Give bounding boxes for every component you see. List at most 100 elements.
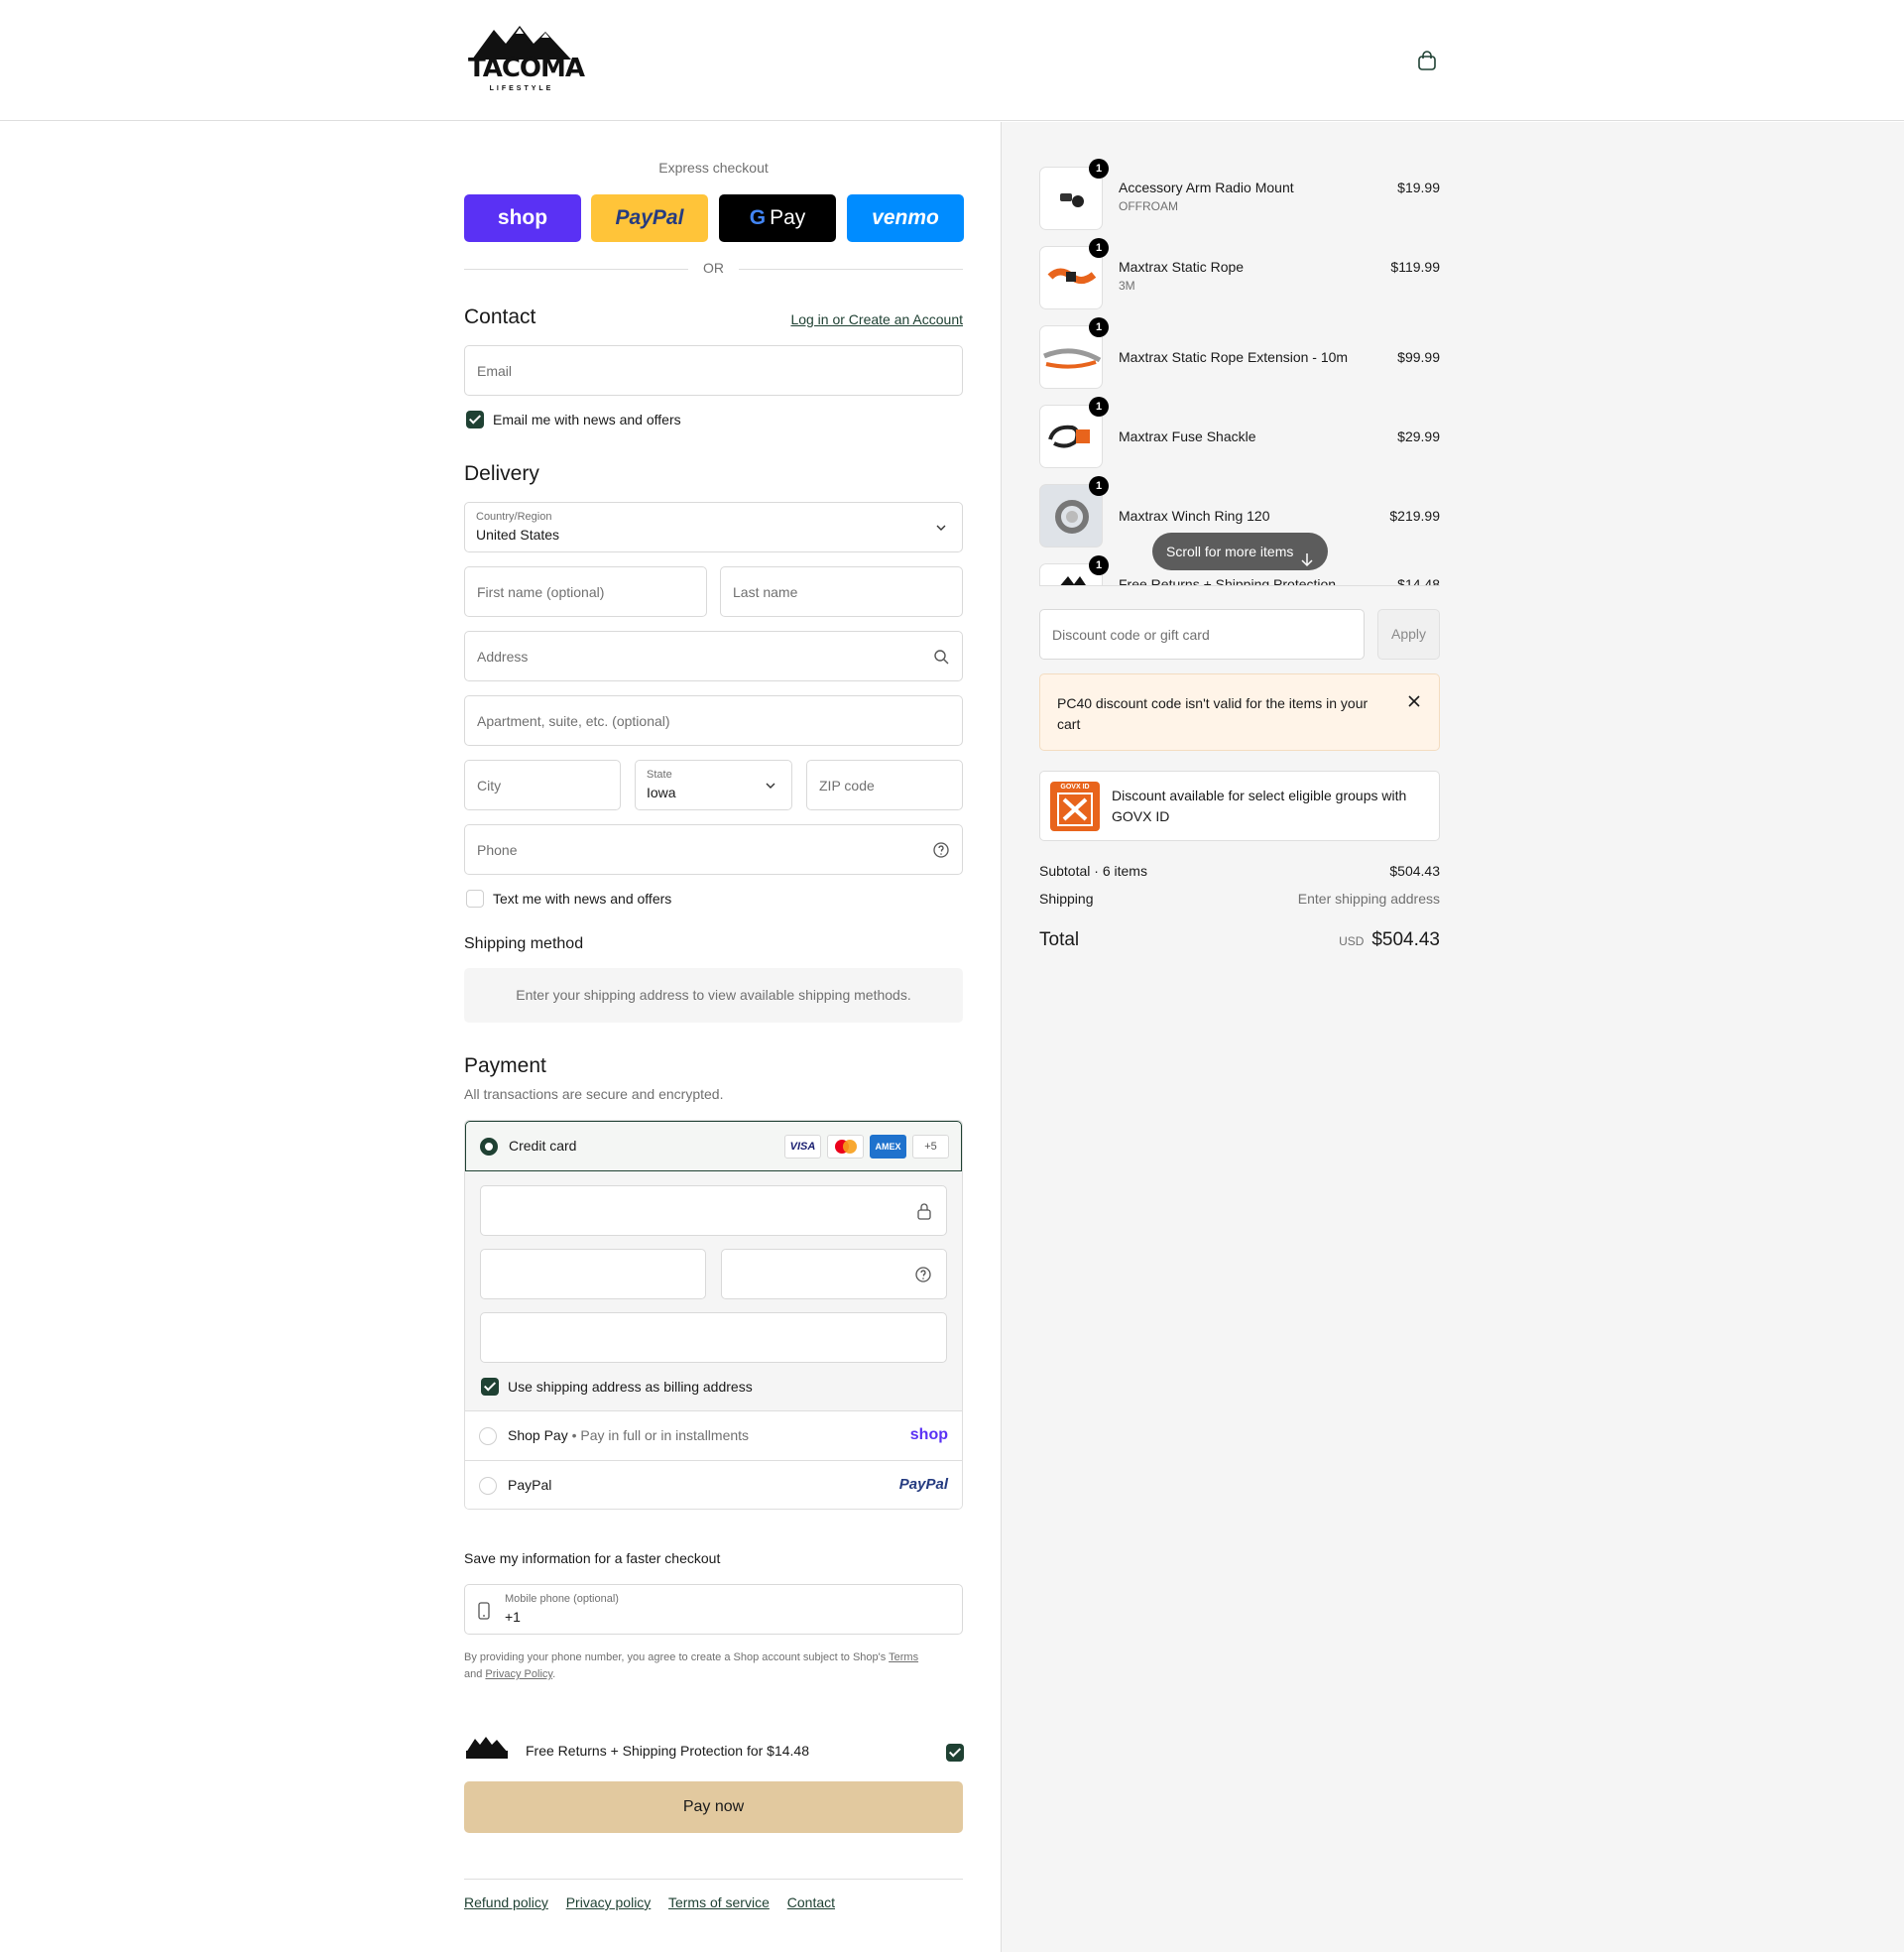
govx-logo: GOVX ID <box>1050 782 1100 831</box>
quantity-badge: 1 <box>1089 159 1109 179</box>
quantity-badge: 1 <box>1089 555 1109 575</box>
discount-warning-text: PC40 discount code isn't valid for the i… <box>1057 695 1368 732</box>
shop-pay-express-button[interactable]: shop <box>464 194 581 242</box>
shipping-protection-label: Free Returns + Shipping Protection for $… <box>526 1743 810 1759</box>
item-name: Maxtrax Fuse Shackle <box>1119 428 1256 444</box>
quantity-badge: 1 <box>1089 476 1109 496</box>
email-field[interactable]: Email <box>464 345 963 396</box>
login-link[interactable]: Log in or Create an Account <box>790 311 963 327</box>
credit-card-form: Use shipping address as billing address <box>465 1171 962 1410</box>
item-price: $29.99 <box>1397 428 1440 444</box>
help-circle-icon[interactable] <box>914 1266 932 1286</box>
shop-pay-sub: Pay in full or in installments <box>580 1427 750 1443</box>
apply-discount-button[interactable]: Apply <box>1377 609 1440 660</box>
state-select[interactable]: State Iowa <box>635 760 792 810</box>
shop-pay-option[interactable]: Shop Pay • Pay in full or in installment… <box>465 1410 962 1460</box>
payment-subtitle: All transactions are secure and encrypte… <box>464 1086 724 1102</box>
address-field[interactable]: Address <box>464 631 963 681</box>
express-checkout-label: Express checkout <box>658 160 769 176</box>
payment-title: Payment <box>464 1054 546 1077</box>
email-news-label: Email me with news and offers <box>493 412 681 427</box>
shop-terms-link[interactable]: Terms <box>889 1651 918 1663</box>
apartment-field[interactable]: Apartment, suite, etc. (optional) <box>464 695 963 746</box>
shop-privacy-link[interactable]: Privacy Policy <box>485 1668 552 1680</box>
venmo-express-button[interactable]: venmo <box>847 194 964 242</box>
amex-logo: AMEX <box>870 1135 906 1159</box>
google-pay-express-button[interactable]: G Pay <box>719 194 836 242</box>
mobile-phone-field[interactable]: Mobile phone (optional) +1 <box>464 1584 963 1635</box>
zip-field[interactable]: ZIP code <box>806 760 963 810</box>
payment-methods: Credit card VISA AMEX +5 Use shipping ad… <box>464 1120 963 1510</box>
shop-pay-logo: shop <box>909 1426 948 1443</box>
paypal-radio[interactable] <box>479 1477 497 1495</box>
cart-item: 1 Maxtrax Static Rope Extension - 10m $9… <box>1039 317 1440 391</box>
govx-text: Discount available for select eligible g… <box>1112 788 1407 824</box>
privacy-policy-link[interactable]: Privacy policy <box>566 1894 652 1910</box>
or-divider: OR <box>464 260 963 278</box>
govx-discount-banner[interactable]: GOVX ID Discount available for select el… <box>1039 771 1440 841</box>
total-currency: USD <box>1339 934 1365 948</box>
logo-text: TACOMA <box>468 54 585 83</box>
refund-policy-link[interactable]: Refund policy <box>464 1894 548 1910</box>
help-circle-icon[interactable] <box>932 841 950 859</box>
shop-pay-label: Shop Pay <box>508 1427 568 1443</box>
item-name: Maxtrax Static Rope <box>1119 259 1245 275</box>
save-info-title: Save my information for a faster checkou… <box>464 1550 721 1566</box>
item-price: $219.99 <box>1389 508 1440 524</box>
discount-code-field[interactable]: Discount code or gift card <box>1039 609 1365 660</box>
name-on-card-field[interactable] <box>480 1312 947 1363</box>
more-cards-badge: +5 <box>912 1135 949 1159</box>
credit-card-radio[interactable] <box>480 1138 498 1156</box>
mastercard-logo <box>827 1135 864 1159</box>
item-name: Maxtrax Winch Ring 120 <box>1119 508 1270 524</box>
arrow-down-icon <box>1300 544 1314 581</box>
paypal-option[interactable]: PayPal PayPal <box>465 1460 962 1509</box>
item-price: $119.99 <box>1390 259 1440 275</box>
shipping-label: Shipping <box>1039 891 1094 907</box>
close-icon[interactable] <box>1407 694 1421 711</box>
shopping-bag-icon[interactable] <box>1416 50 1438 71</box>
contact-link[interactable]: Contact <box>787 1894 835 1910</box>
mobile-phone-icon <box>477 1601 491 1624</box>
google-g-icon: G <box>749 206 767 229</box>
shipping-protection-row: Free Returns + Shipping Protection for $… <box>464 1735 964 1767</box>
delivery-title: Delivery <box>464 462 539 485</box>
shop-legal-text: By providing your phone number, you agre… <box>464 1651 919 1680</box>
chevron-down-icon <box>932 519 950 537</box>
item-name: Accessory Arm Radio Mount <box>1119 180 1294 195</box>
billing-address-checkbox[interactable] <box>481 1378 499 1396</box>
first-name-field[interactable]: First name (optional) <box>464 566 707 617</box>
discount-warning: PC40 discount code isn't valid for the i… <box>1039 673 1440 751</box>
credit-card-option[interactable]: Credit card VISA AMEX +5 <box>465 1121 962 1171</box>
country-select[interactable]: Country/Region United States <box>464 502 963 552</box>
paypal-logo: PayPal <box>898 1476 948 1493</box>
logo-subtext: LIFESTYLE <box>489 85 554 92</box>
expiration-date-field[interactable] <box>480 1249 706 1299</box>
city-field[interactable]: City <box>464 760 621 810</box>
item-variant: OFFROAM <box>1119 199 1178 213</box>
item-variant: 3M <box>1119 279 1135 293</box>
subtotal-value: $504.43 <box>1389 863 1440 879</box>
shipping-method-message: Enter your shipping address to view avai… <box>464 968 963 1023</box>
terms-of-service-link[interactable]: Terms of service <box>668 1894 770 1910</box>
shipping-method-title: Shipping method <box>464 935 584 952</box>
tacoma-logo[interactable]: TACOMA LIFESTYLE <box>468 24 585 97</box>
email-news-checkbox[interactable] <box>466 411 484 428</box>
tacoma-small-logo <box>464 1735 510 1767</box>
item-name: Maxtrax Static Rope Extension - 10m <box>1119 349 1349 365</box>
shop-pay-radio[interactable] <box>479 1427 497 1445</box>
phone-field[interactable]: Phone <box>464 824 963 875</box>
visa-logo: VISA <box>784 1135 821 1159</box>
paypal-express-button[interactable]: PayPal <box>591 194 708 242</box>
cart-items-list[interactable]: 1 Accessory Arm Radio Mount OFFROAM $19.… <box>1039 122 1440 586</box>
shipping-value: Enter shipping address <box>1297 891 1440 907</box>
card-number-field[interactable] <box>480 1185 947 1236</box>
last-name-field[interactable]: Last name <box>720 566 963 617</box>
quantity-badge: 1 <box>1089 317 1109 337</box>
scroll-more-items-button[interactable]: Scroll for more items <box>1152 533 1328 570</box>
cart-item: 1 Accessory Arm Radio Mount OFFROAM $19.… <box>1039 159 1440 232</box>
security-code-field[interactable] <box>721 1249 947 1299</box>
shipping-protection-checkbox[interactable] <box>946 1744 964 1762</box>
pay-now-button[interactable]: Pay now <box>464 1781 963 1833</box>
text-news-checkbox[interactable] <box>466 890 484 908</box>
